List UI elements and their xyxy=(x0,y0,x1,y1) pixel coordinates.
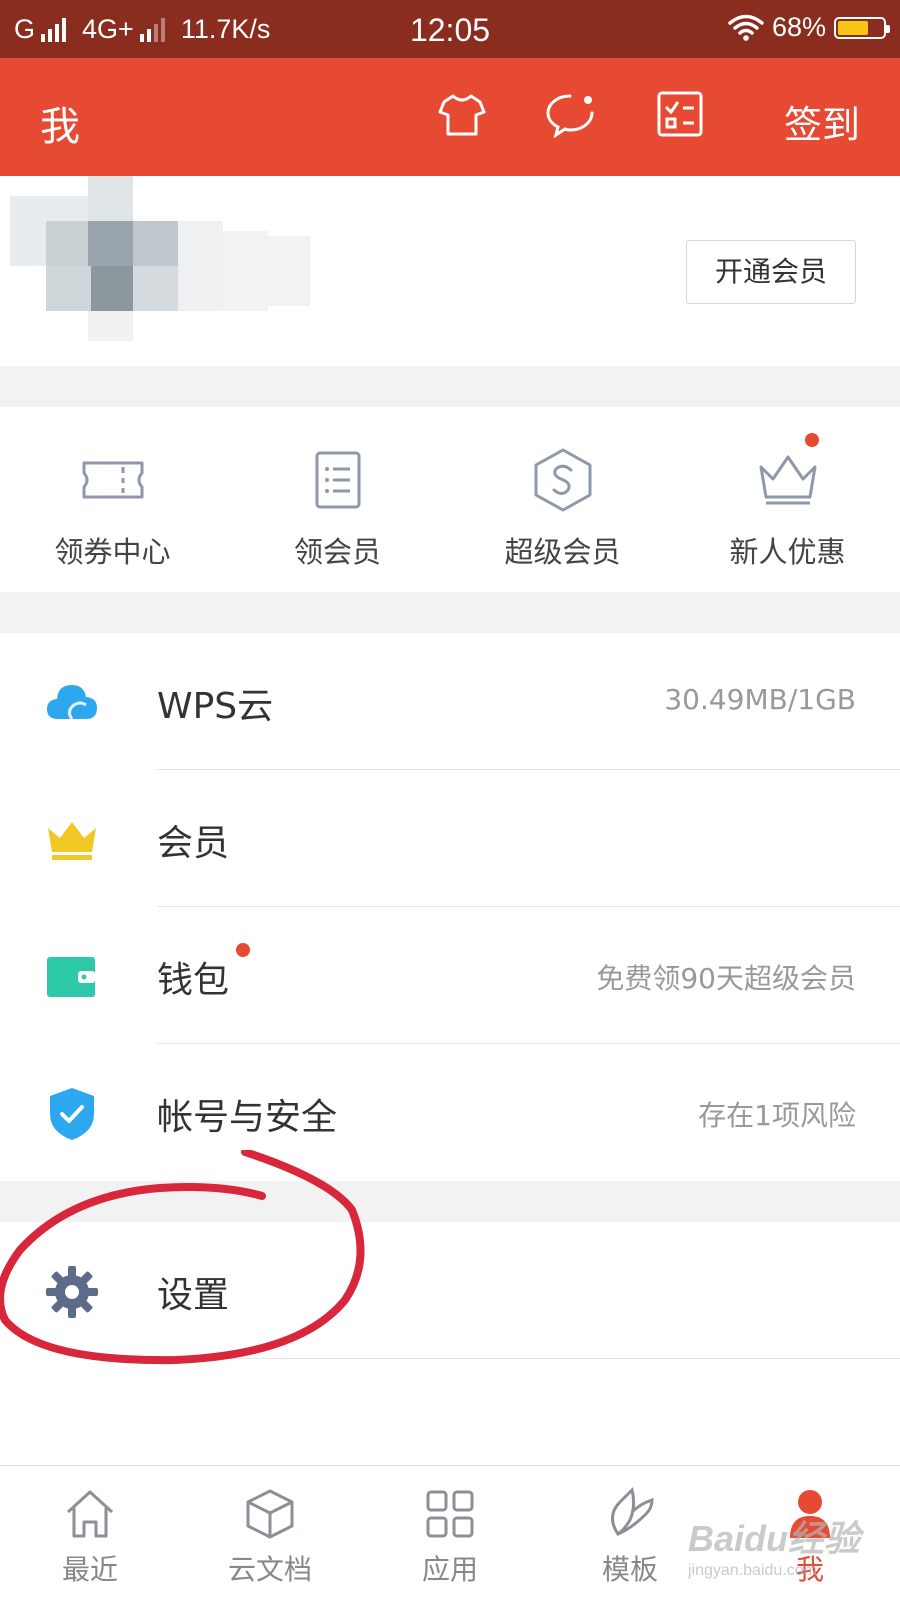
section-divider xyxy=(0,1181,900,1222)
tshirt-icon[interactable] xyxy=(436,88,488,140)
menu-label: 钱包 xyxy=(157,960,230,1001)
open-membership-button[interactable]: 开通会员 xyxy=(686,240,856,304)
menu-item-wps-cloud[interactable]: WPS云 30.49MB/1GB xyxy=(0,633,900,770)
quick-get-member[interactable]: 领会员 xyxy=(225,445,450,571)
quick-coupon-center[interactable]: 领券中心 xyxy=(0,445,225,571)
quick-label: 新人优惠 xyxy=(729,535,846,569)
quick-label: 领会员 xyxy=(293,535,381,569)
menu-item-settings[interactable]: 设置 xyxy=(0,1222,900,1359)
home-icon xyxy=(66,1490,114,1538)
grid-icon xyxy=(426,1490,474,1538)
app-header: 我 签到 xyxy=(0,58,900,176)
crown-icon xyxy=(48,822,96,860)
quick-super-member[interactable]: 超级会员 xyxy=(450,445,675,571)
gear-icon xyxy=(46,1266,98,1318)
status-bar: G 4G+ 11.7K/s 12:05 68% xyxy=(0,0,900,58)
cube-icon xyxy=(246,1489,294,1539)
battery-icon xyxy=(834,16,890,39)
quick-label: 超级会员 xyxy=(504,535,621,569)
settings-list: 设置 xyxy=(0,1222,900,1359)
watermark: Baidu经验 jingyan.baidu.com xyxy=(688,1510,860,1580)
tab-apps[interactable]: 应用 xyxy=(360,1486,540,1588)
crown-outline-icon xyxy=(759,455,816,505)
watermark-brand: Baidu经验 xyxy=(687,1518,860,1559)
tab-label: 最近 xyxy=(61,1553,118,1586)
row-divider xyxy=(157,1358,900,1359)
tab-cloud-docs[interactable]: 云文档 xyxy=(180,1486,360,1588)
menu-label: 设置 xyxy=(157,1275,230,1316)
menu-item-wallet[interactable]: 钱包 免费领90天超级会员 xyxy=(0,907,900,1044)
tab-label: 云文档 xyxy=(227,1553,312,1586)
ticket-icon xyxy=(82,461,143,499)
avatar[interactable] xyxy=(10,176,320,346)
battery-level xyxy=(838,20,868,35)
security-risk-status: 存在1项风险 xyxy=(698,1099,856,1132)
menu-label: WPS云 xyxy=(157,686,274,727)
cloud-icon xyxy=(47,685,97,720)
chat-icon[interactable] xyxy=(544,88,596,140)
status-right: 68% xyxy=(728,12,890,43)
menu-item-member[interactable]: 会员 xyxy=(0,770,900,907)
checkin-button[interactable]: 签到 xyxy=(784,94,860,149)
tab-label: 应用 xyxy=(421,1553,478,1586)
menu-label: 会员 xyxy=(157,823,230,864)
quick-newcomer-offer[interactable]: 新人优惠 xyxy=(675,433,900,571)
quick-actions: 领券中心 领会员 超级会员 新人优惠 xyxy=(0,407,900,592)
shield-icon xyxy=(50,1088,94,1140)
section-divider xyxy=(0,366,900,407)
menu-item-account-security[interactable]: 帐号与安全 存在1项风险 xyxy=(0,1044,900,1181)
cloud-storage-usage: 30.49MB/1GB xyxy=(664,683,856,716)
battery-percent: 68% xyxy=(771,12,826,42)
list-icon xyxy=(315,451,360,509)
section-divider xyxy=(0,592,900,633)
checklist-icon[interactable] xyxy=(654,88,706,140)
quick-label: 领券中心 xyxy=(54,535,171,569)
wallet-badge-dot xyxy=(236,943,250,957)
leaf-icon xyxy=(611,1487,654,1537)
wallet-promo: 免费领90天超级会员 xyxy=(596,962,856,995)
tab-recent[interactable]: 最近 xyxy=(0,1486,180,1588)
profile-section: 开通会员 xyxy=(0,176,900,366)
watermark-url: jingyan.baidu.com xyxy=(687,1562,817,1579)
wifi-icon xyxy=(728,14,764,41)
wallet-icon xyxy=(47,957,95,997)
new-badge-dot xyxy=(805,433,819,447)
menu-label: 帐号与安全 xyxy=(157,1097,338,1138)
super-member-icon xyxy=(534,448,591,512)
menu-list: WPS云 30.49MB/1GB 会员 钱包 免费领90天超级会员 帐号与安全 … xyxy=(0,633,900,1181)
page-title: 我 xyxy=(40,104,80,150)
